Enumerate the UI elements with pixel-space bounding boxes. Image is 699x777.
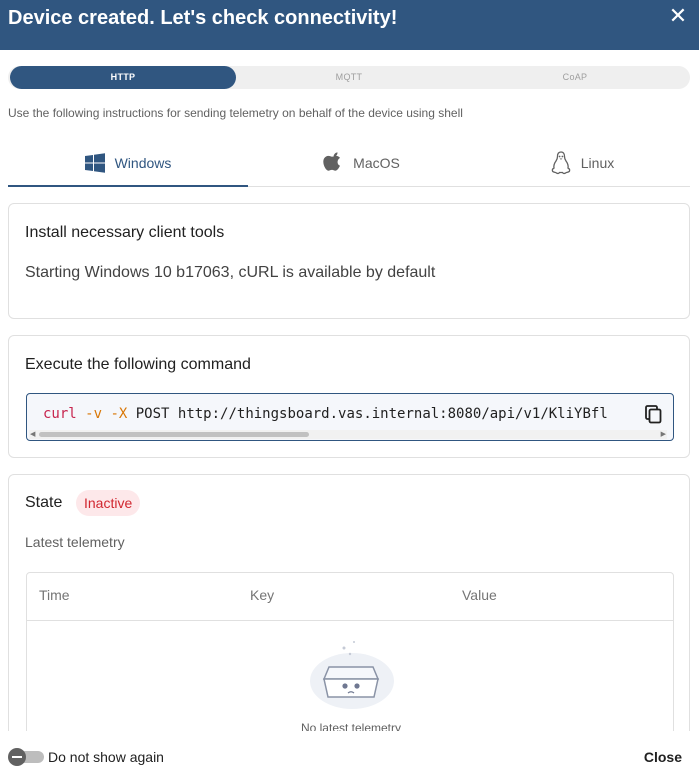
execute-card: Execute the following command curl -v -X… [8, 335, 690, 458]
column-header-key[interactable]: Key [250, 587, 274, 603]
protocol-toggle: HTTP MQTT CoAP [8, 66, 690, 89]
windows-icon [84, 152, 105, 173]
tab-windows-label: Windows [114, 154, 172, 171]
instructions-hint: Use the following instructions for sendi… [8, 106, 463, 120]
dialog-title: Device created. Let's check connectivity… [8, 7, 398, 29]
install-text: Starting Windows 10 b17063, cURL is avai… [25, 264, 436, 281]
cmd-flag-v: -v [85, 406, 103, 422]
cmd-rest: POST http://thingsboard.vas.internal:808… [135, 406, 608, 422]
column-header-value[interactable]: Value [462, 587, 497, 603]
close-button[interactable]: Close [644, 749, 682, 765]
tab-macos-label: MacOS [353, 155, 400, 171]
state-card: State Inactive Latest telemetry Time Key… [8, 474, 690, 764]
dialog-header: Device created. Let's check connectivity… [0, 0, 699, 50]
command-code-block[interactable]: curl -v -X POST http://thingsboard.vas.i… [26, 393, 674, 441]
dialog-footer: Do not show again Close [0, 731, 699, 777]
telemetry-table: Time Key Value No latest telemetry [26, 572, 674, 742]
status-badge: Inactive [76, 490, 141, 516]
scrollbar-thumb[interactable] [39, 432, 309, 437]
state-label: State [25, 494, 63, 511]
scroll-left-icon[interactable]: ◀ [30, 430, 35, 439]
apple-icon [323, 152, 341, 171]
tab-linux-label: Linux [580, 155, 615, 171]
tab-windows[interactable]: Windows [8, 140, 248, 187]
toggle-knob [8, 748, 26, 766]
do-not-show-toggle[interactable] [8, 748, 44, 766]
latest-telemetry-label: Latest telemetry [25, 534, 125, 550]
os-tabs: Windows MacOS Linux [8, 140, 690, 187]
scroll-right-icon[interactable]: ▶ [661, 430, 666, 439]
protocol-mqtt[interactable]: MQTT [236, 66, 462, 89]
protocol-coap[interactable]: CoAP [462, 66, 688, 89]
header-divider [27, 620, 673, 621]
command-text[interactable]: curl -v -X POST http://thingsboard.vas.i… [43, 406, 635, 422]
tab-linux[interactable]: Linux [475, 140, 690, 186]
tab-macos[interactable]: MacOS [248, 140, 475, 186]
do-not-show-label[interactable]: Do not show again [48, 749, 164, 765]
cmd-curl: curl [43, 406, 77, 422]
close-icon[interactable]: ✕ [667, 5, 689, 27]
install-card: Install necessary client tools Starting … [8, 203, 690, 319]
cmd-flag-x: -X [110, 406, 128, 422]
linux-icon [551, 151, 571, 175]
horizontal-scrollbar[interactable]: ◀ ▶ [29, 430, 667, 439]
protocol-http[interactable]: HTTP [10, 66, 236, 89]
empty-box-icon [310, 641, 394, 709]
install-title: Install necessary client tools [25, 224, 225, 241]
column-header-time[interactable]: Time [39, 587, 70, 603]
copy-icon[interactable] [643, 404, 663, 424]
execute-title: Execute the following command [25, 356, 251, 373]
